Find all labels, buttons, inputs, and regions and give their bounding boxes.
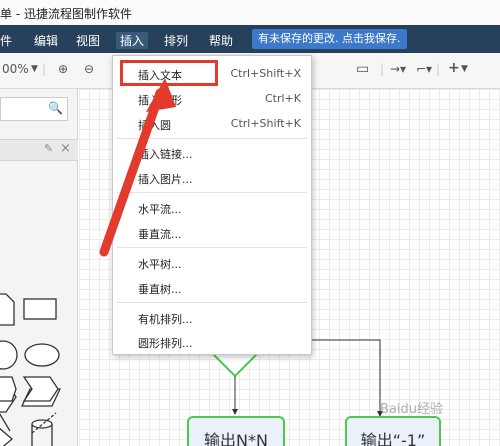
add-dropdown-icon[interactable]: ▼ [461, 64, 468, 74]
shape-sidebar: 🔍 ✎ × [0, 89, 78, 446]
menu-item-insert-circle[interactable]: 插入圆 Ctrl+Shift+K [113, 114, 311, 134]
menu-separator [117, 302, 307, 303]
menu-separator [117, 192, 307, 193]
menu-item-organic-layout[interactable]: 有机排列... [113, 308, 311, 328]
connector-straight-icon[interactable]: →▾ [390, 62, 406, 76]
shape-search-input[interactable]: 🔍 [0, 97, 68, 121]
unsaved-changes-button[interactable]: 有未保存的更改. 点击我保存. [252, 29, 407, 49]
zoom-out-icon[interactable]: ⊖ [84, 62, 94, 76]
toolbar-divider: | [42, 62, 47, 76]
menu-item-horizontal-tree[interactable]: 水平树... [113, 253, 311, 273]
edit-icon[interactable]: ✎ [44, 142, 53, 155]
zoom-level[interactable]: 00% [2, 62, 29, 76]
process-node-left[interactable]: 输出N*N [187, 416, 285, 446]
menu-view[interactable]: 视图 [76, 32, 100, 49]
highlight-annotation [120, 60, 218, 86]
process-node-right-label: 输出“-1” [360, 431, 426, 446]
search-icon: 🔍 [48, 101, 63, 115]
menu-separator [117, 138, 307, 139]
zoom-dropdown-icon[interactable]: ▼ [31, 64, 38, 74]
menu-edit[interactable]: 编辑 [34, 32, 58, 49]
menu-file[interactable]: 件 [0, 32, 12, 49]
toolbar-divider: | [380, 62, 385, 76]
menu-separator [117, 247, 307, 248]
shape-document[interactable] [0, 293, 15, 326]
menu-item-insert-image[interactable]: 插入图片... [113, 168, 311, 188]
toolbar-divider: | [436, 62, 441, 76]
shape-chevron[interactable] [22, 376, 59, 402]
menu-bar: 件 编辑 视图 插入 排列 帮助 有未保存的更改. 点击我保存. [0, 25, 500, 53]
menu-item-insert-link[interactable]: 插入链接... [113, 143, 311, 163]
menu-item-horizontal-flow[interactable]: 水平流... [113, 198, 311, 218]
shape-outline-icon[interactable]: ▭ [356, 61, 369, 77]
add-icon[interactable]: + [448, 60, 460, 76]
menu-insert[interactable]: 插入 [116, 32, 149, 49]
shape-dashed-line[interactable] [31, 412, 57, 434]
window-title: 单 - 迅捷流程图制作软件 [0, 7, 132, 21]
close-icon[interactable]: × [60, 141, 71, 156]
insert-menu-dropdown: 插入文本 Ctrl+Shift+X 插入矩形 Ctrl+K 插入圆 Ctrl+S… [112, 55, 312, 355]
menu-item-circle-layout[interactable]: 圆形排列... [113, 332, 311, 352]
shape-section-header[interactable]: ✎ × [0, 139, 78, 161]
process-node-right[interactable]: 输出“-1” [345, 416, 441, 446]
menu-help[interactable]: 帮助 [209, 32, 233, 49]
process-node-left-label: 输出N*N [204, 431, 268, 446]
menu-item-insert-rectangle[interactable]: 插入矩形 Ctrl+K [113, 89, 311, 109]
menu-item-vertical-flow[interactable]: 垂直流... [113, 223, 311, 243]
title-bar: 单 - 迅捷流程图制作软件 [0, 0, 500, 25]
shape-palette-lower [0, 376, 59, 434]
zoom-in-icon[interactable]: ⊕ [58, 62, 68, 76]
shape-card[interactable] [0, 376, 17, 402]
watermark: Baidu经验 [380, 402, 443, 417]
shape-line[interactable] [0, 411, 11, 432]
menu-item-vertical-tree[interactable]: 垂直树... [113, 278, 311, 298]
menu-arrange[interactable]: 排列 [164, 32, 188, 49]
shape-rectangle[interactable] [23, 298, 57, 320]
connector-elbow-icon[interactable]: ⌐▾ [416, 62, 432, 76]
